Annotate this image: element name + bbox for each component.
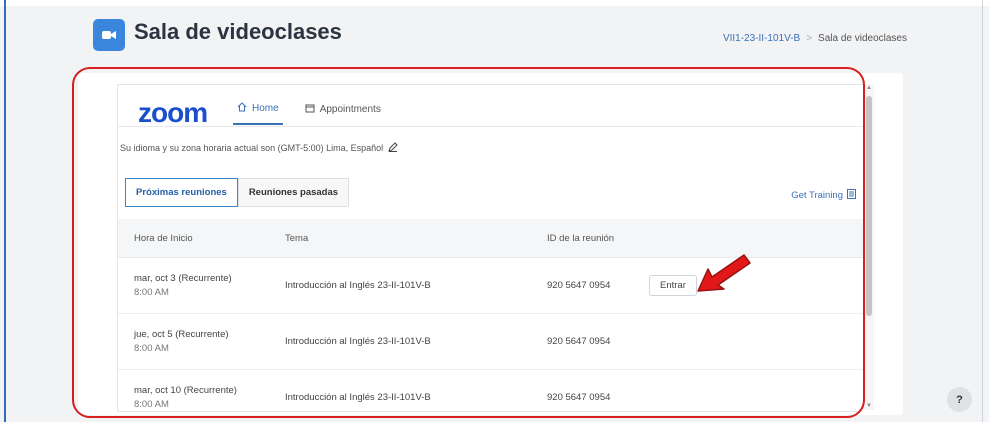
scroll-thumb[interactable] [866,96,872,316]
top-bar [0,0,989,6]
meeting-time: 8:00 AM [134,343,169,354]
column-header-topic: Tema [285,232,309,244]
help-button[interactable]: ? [947,387,972,412]
meeting-id: 920 5647 0954 [547,336,611,347]
left-border [4,0,6,422]
enter-button[interactable]: Entrar [649,275,697,296]
right-border [982,0,983,422]
page-title: Sala de videoclases [134,19,342,44]
scroll-down-arrow-icon[interactable]: ▼ [866,403,872,409]
meetings-tabs: Próximas reuniones Reuniones pasadas [125,178,350,207]
meeting-time: 8:00 AM [134,399,169,410]
nav-appointments-tab[interactable]: Appointments [305,102,381,125]
meeting-topic: Introducción al Inglés 23-II-101V-B [285,336,431,347]
table-row: mar, oct 10 (Recurrente) 8:00 AM Introdu… [118,370,863,411]
meetings-table: Hora de Inicio Tema ID de la reunión mar… [118,219,863,411]
document-icon [847,189,856,202]
meeting-date: mar, oct 10 (Recurrente) [134,385,237,396]
zoom-embed: zoom Home Appointments Su idioma y su zo… [117,84,863,412]
meeting-topic: Introducción al Inglés 23-II-101V-B [285,392,431,403]
meeting-date: jue, oct 5 (Recurrente) [134,329,229,340]
calendar-icon [305,103,315,116]
scroll-up-arrow-icon[interactable]: ▲ [866,85,872,91]
meeting-start-cell: jue, oct 5 (Recurrente) 8:00 AM [118,329,266,354]
get-training-label: Get Training [791,190,843,201]
meeting-topic: Introducción al Inglés 23-II-101V-B [285,280,431,291]
language-note: Su idioma y su zona horaria actual son (… [120,142,398,154]
breadcrumb-course-link[interactable]: VII1-23-II-101V-B [723,33,800,44]
zoom-logo: zoom [138,97,208,128]
breadcrumb: VII1-23-II-101V-B > Sala de videoclases [723,33,907,44]
column-header-start: Hora de Inicio [134,232,193,244]
meeting-start-cell: mar, oct 3 (Recurrente) 8:00 AM [118,273,266,298]
table-row: jue, oct 5 (Recurrente) 8:00 AM Introduc… [118,314,863,370]
breadcrumb-separator-icon: > [806,33,813,44]
annotation-red-arrow-icon [697,254,751,292]
tab-upcoming[interactable]: Próximas reuniones [125,178,238,207]
zoom-nav: Home Appointments [233,102,381,125]
zoom-embed-scrollbar[interactable]: ▲ ▼ [863,84,874,410]
meeting-id: 920 5647 0954 [547,392,611,403]
meeting-date: mar, oct 3 (Recurrente) [134,273,232,284]
meeting-id: 920 5647 0954 [547,280,611,291]
nav-home-label: Home [252,103,279,114]
edit-pencil-icon[interactable] [388,142,398,154]
breadcrumb-current: Sala de videoclases [818,33,907,44]
get-training-link[interactable]: Get Training [791,189,856,202]
meeting-start-cell: mar, oct 10 (Recurrente) 8:00 AM [118,385,266,410]
language-note-text: Su idioma y su zona horaria actual son (… [120,143,384,153]
tab-past[interactable]: Reuniones pasadas [237,178,350,207]
nav-appointments-label: Appointments [319,104,381,115]
nav-home-tab[interactable]: Home [233,102,283,125]
home-icon [237,102,247,115]
meeting-time: 8:00 AM [134,287,169,298]
video-camera-icon [93,19,125,51]
column-header-id: ID de la reunión [547,232,615,244]
nav-divider [118,126,863,127]
